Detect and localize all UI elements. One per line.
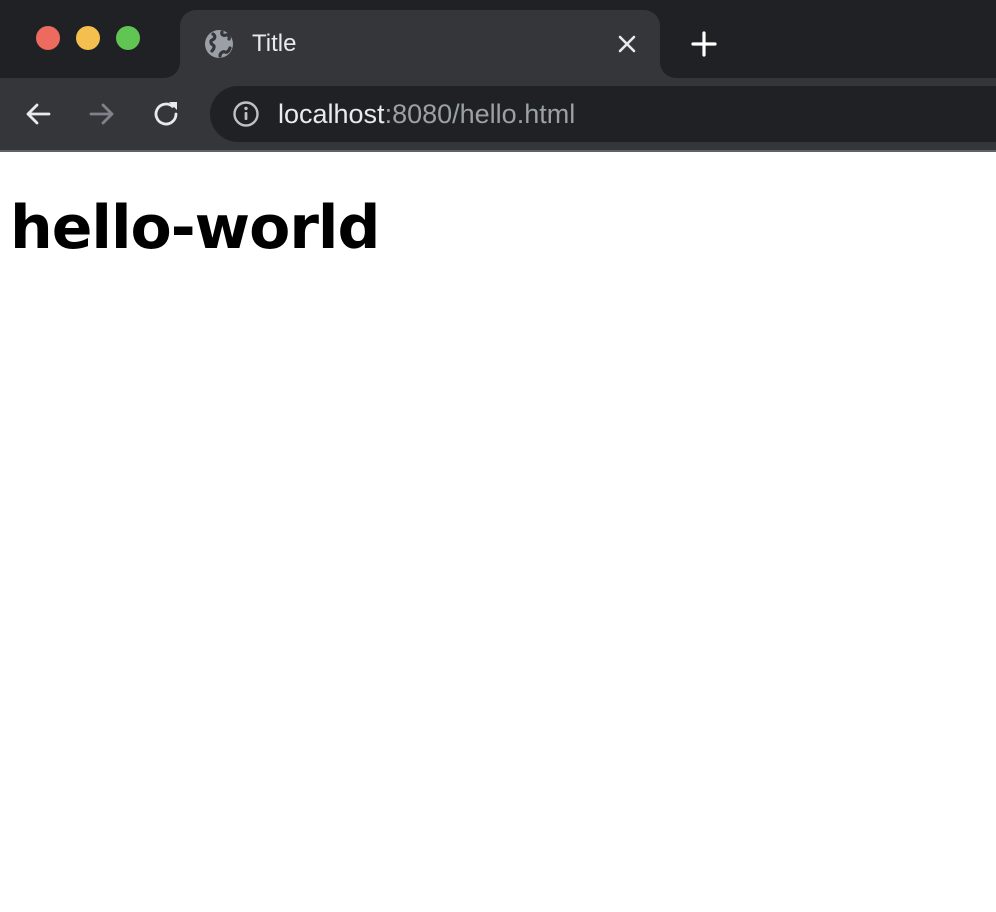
- reload-icon[interactable]: [150, 98, 182, 130]
- plus-icon[interactable]: [688, 28, 720, 60]
- page-heading: hello-world: [10, 193, 380, 263]
- window-close-button[interactable]: [36, 26, 60, 50]
- info-icon[interactable]: [232, 100, 260, 128]
- browser-window: Title localhost:8080/hello.html hello-wo…: [0, 0, 996, 912]
- address-bar[interactable]: localhost:8080/hello.html: [210, 86, 996, 142]
- forward-arrow-icon[interactable]: [86, 98, 118, 130]
- url-text[interactable]: localhost:8080/hello.html: [278, 97, 575, 131]
- browser-toolbar: localhost:8080/hello.html: [0, 78, 996, 150]
- tab-strip: Title: [0, 0, 996, 78]
- tab-title: Title: [252, 30, 297, 57]
- back-arrow-icon[interactable]: [22, 98, 54, 130]
- window-minimize-button[interactable]: [76, 26, 100, 50]
- close-icon[interactable]: [614, 31, 640, 57]
- url-path: :8080/hello.html: [384, 99, 576, 129]
- url-host: localhost: [278, 99, 385, 129]
- globe-icon: [205, 30, 233, 58]
- page-content: hello-world: [0, 152, 996, 912]
- window-maximize-button[interactable]: [116, 26, 140, 50]
- tab-active[interactable]: Title: [180, 10, 660, 78]
